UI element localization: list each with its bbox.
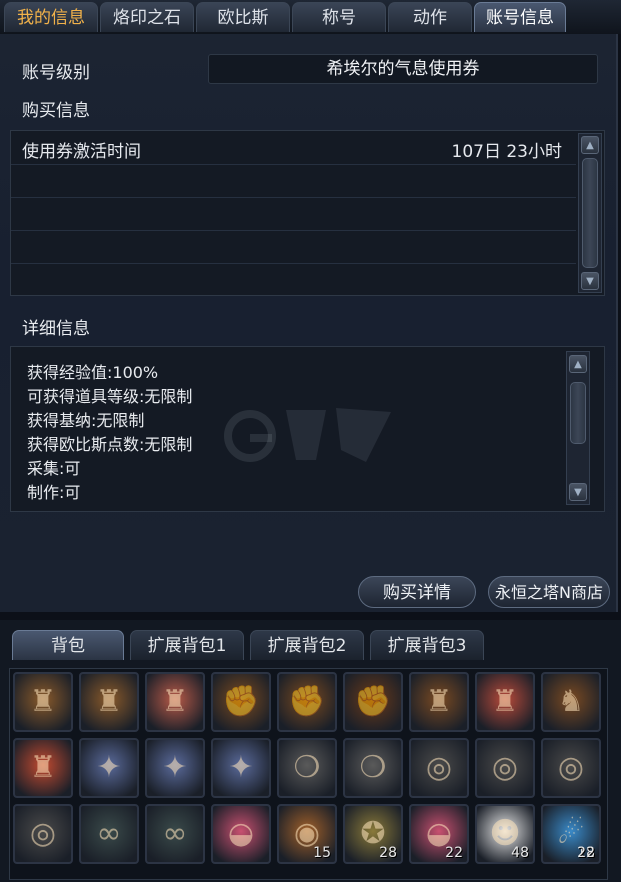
boots-icon: ♞ [557,684,585,719]
inventory-slot[interactable]: ♞ [541,672,601,732]
inventory-grid: ♜ ♜ ♜ ✊ ✊ ✊ ♜ ♜ ♞ ♜ ✦ ✦ ✦ ❍ ❍ ◎ ◎ ◎ ◎ ∞ ∞ ◒ ◉ 15 ✪ 28 ◒ 22 ☻ 48 ☄ 18 22 [9,668,608,880]
earring-icon: ✦ [96,750,122,785]
inventory-slot[interactable]: ✦ [211,738,271,798]
account-level-value: 希埃尔的气息使用券 [208,54,598,84]
detail-line: 获得欧比斯点数:无限制 [27,435,193,454]
scroll-down-icon[interactable]: ▼ [581,272,599,290]
tab-bag[interactable]: 背包 [12,630,124,660]
inventory-slot[interactable]: ◎ [541,738,601,798]
chest-armor-icon: ♜ [491,684,519,719]
earring-icon: ✦ [162,750,188,785]
inventory-slot[interactable]: ☻ 48 [475,804,535,864]
greaves-icon: ♜ [425,684,453,719]
tab-ext-bag-3[interactable]: 扩展背包3 [370,630,484,660]
list-item [11,230,576,264]
shop-button[interactable]: 永恒之塔N商店 [488,576,610,608]
inventory-slot[interactable]: ◉ 15 [277,804,337,864]
tab-4[interactable]: 动作 [388,2,472,32]
ring-icon: ◎ [557,750,585,785]
tab-1[interactable]: 烙印之石 [100,2,194,32]
purchase-item-value: 107日 23小时 [451,142,562,162]
gauntlet-icon: ✊ [354,684,392,719]
inventory-slot[interactable]: ♜ [409,672,469,732]
tab-5[interactable]: 账号信息 [474,2,566,32]
detail-scrollbar[interactable]: ▲ ▼ [566,351,590,505]
shell-icon: ◒ [227,816,255,851]
chest-armor-icon: ♜ [95,684,123,719]
inventory-slot[interactable]: ♜ [13,672,73,732]
inventory-slot[interactable]: ✪ 28 [343,804,403,864]
detail-line: 制作:可 [27,483,81,502]
chest-armor-icon: ♜ [161,684,189,719]
purchase-list-scrollbar[interactable]: ▲ ▼ [578,133,602,293]
belt-icon: ∞ [96,816,122,851]
purchase-item-name: 使用券激活时间 [22,142,141,162]
purchase-info-label: 购买信息 [22,101,90,121]
necklace-icon: ❍ [293,750,321,785]
detail-info-label: 详细信息 [22,319,90,339]
inventory-slot[interactable]: ◒ 22 [409,804,469,864]
inventory-slot[interactable]: ◒ [211,804,271,864]
inventory-slot[interactable]: ∞ [79,804,139,864]
top-tab-bar: 我的信息 烙印之石 欧比斯 称号 动作 账号信息 [0,0,621,34]
scroll-up-icon[interactable]: ▲ [581,136,599,154]
inventory-slot[interactable]: ✊ [211,672,271,732]
list-item [11,197,576,231]
scroll-down-icon[interactable]: ▼ [569,483,587,501]
chest-armor-icon: ♜ [29,684,57,719]
ring-icon: ◎ [491,750,519,785]
item-count: 22 [445,845,463,861]
gauntlet-icon: ✊ [222,684,260,719]
tab-ext-bag-2[interactable]: 扩展背包2 [250,630,364,660]
account-info-panel: 账号级别 希埃尔的气息使用券 购买信息 使用券激活时间 107日 23小时 ▲ … [0,34,618,612]
necklace-icon: ❍ [359,750,387,785]
earring-icon: ✦ [228,750,254,785]
detail-line: 可获得道具等级:无限制 [27,387,193,406]
detail-line: 获得基纳:无限制 [27,411,145,430]
account-level-label: 账号级别 [22,63,90,83]
leggings-icon: ♜ [29,750,57,785]
inventory-slot[interactable]: ✊ [343,672,403,732]
gauntlet-icon: ✊ [288,684,326,719]
item-count: 28 [379,845,397,861]
ring-icon: ◎ [29,816,57,851]
inventory-slot[interactable]: ✦ [79,738,139,798]
purchase-info-list: 使用券激活时间 107日 23小时 ▲ ▼ [10,130,605,296]
inventory-slot[interactable]: ✦ [145,738,205,798]
scroll-up-icon[interactable]: ▲ [569,355,587,373]
item-count: 22 [577,845,595,861]
item-count: 15 [313,845,331,861]
inventory-slot[interactable]: ◎ [475,738,535,798]
watermark-logo-icon [224,408,391,462]
inventory-slot[interactable]: ◎ [13,804,73,864]
inventory-slot[interactable]: ∞ [145,804,205,864]
list-item [11,164,576,198]
inventory-slot[interactable]: ☄ 18 22 [541,804,601,864]
scroll-thumb[interactable] [570,382,586,444]
detail-line: 获得经验值:100% [27,363,159,382]
tab-ext-bag-1[interactable]: 扩展背包1 [130,630,244,660]
scroll-thumb[interactable] [582,158,598,268]
purchase-details-button[interactable]: 购买详情 [358,576,476,608]
inventory-slot[interactable]: ✊ [277,672,337,732]
inventory-slot[interactable]: ◎ [409,738,469,798]
tab-0[interactable]: 我的信息 [4,2,98,32]
tab-2[interactable]: 欧比斯 [196,2,290,32]
inventory-slot[interactable]: ♜ [13,738,73,798]
belt-icon: ∞ [162,816,188,851]
inventory-slot[interactable]: ❍ [277,738,337,798]
inventory-panel: 背包 扩展背包1 扩展背包2 扩展背包3 ♜ ♜ ♜ ✊ ✊ ✊ ♜ ♜ ♞ ♜ ✦ ✦ ✦ ❍ ❍ ◎ ◎ ◎ ◎… [0,620,621,882]
detail-line: 采集:可 [27,459,81,478]
item-count: 48 [511,845,529,861]
tab-3[interactable]: 称号 [292,2,386,32]
ring-icon: ◎ [425,750,453,785]
inventory-slot[interactable]: ♜ [145,672,205,732]
inventory-slot[interactable]: ♜ [475,672,535,732]
inventory-slot[interactable]: ♜ [79,672,139,732]
inventory-slot[interactable]: ❍ [343,738,403,798]
list-item: 使用券激活时间 107日 23小时 [11,131,576,165]
